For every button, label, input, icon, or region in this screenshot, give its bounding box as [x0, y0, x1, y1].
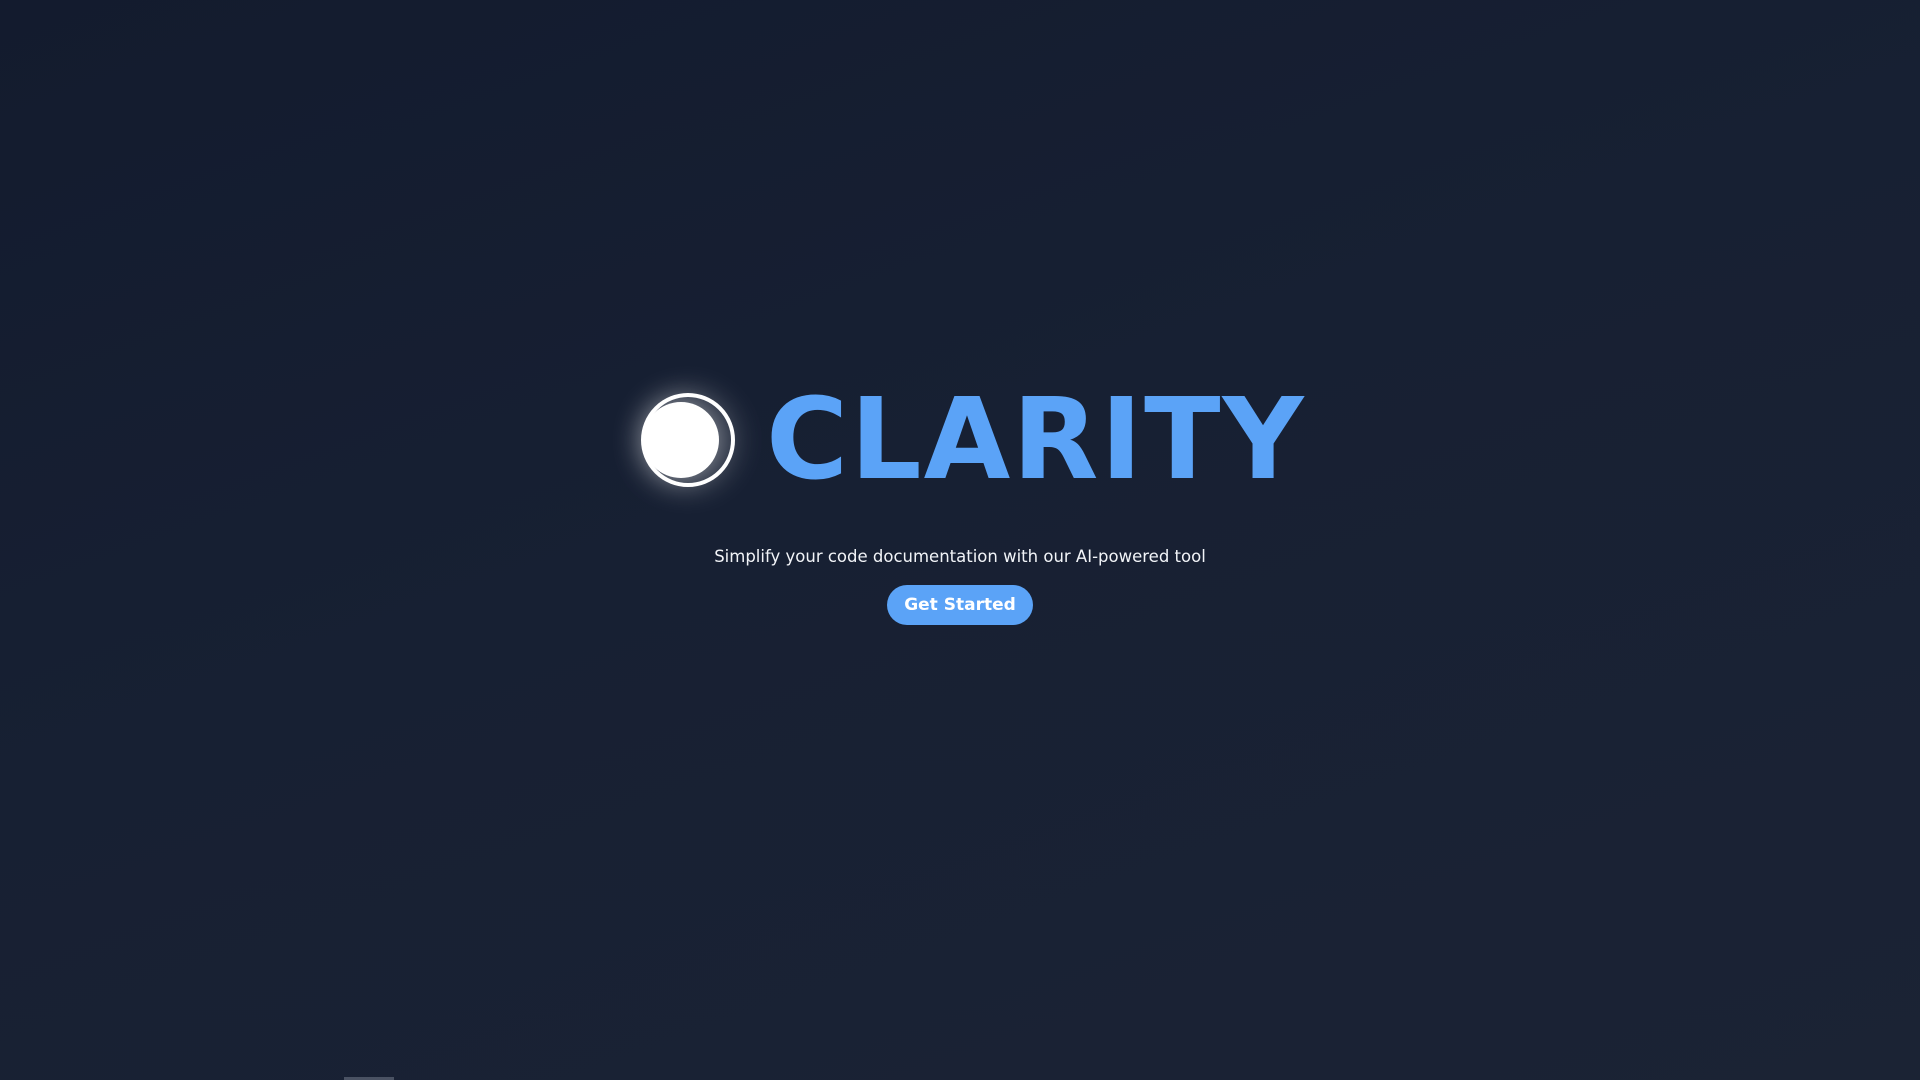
brand-title: CLARITY — [766, 375, 1306, 505]
crescent-moon-icon — [641, 393, 735, 487]
tagline: Simplify your code documentation with ou… — [714, 546, 1206, 566]
get-started-button[interactable]: Get Started — [887, 585, 1033, 625]
logo: CLARITY — [640, 384, 1306, 496]
hero-section: CLARITY Simplify your code documentation… — [0, 0, 1920, 1080]
